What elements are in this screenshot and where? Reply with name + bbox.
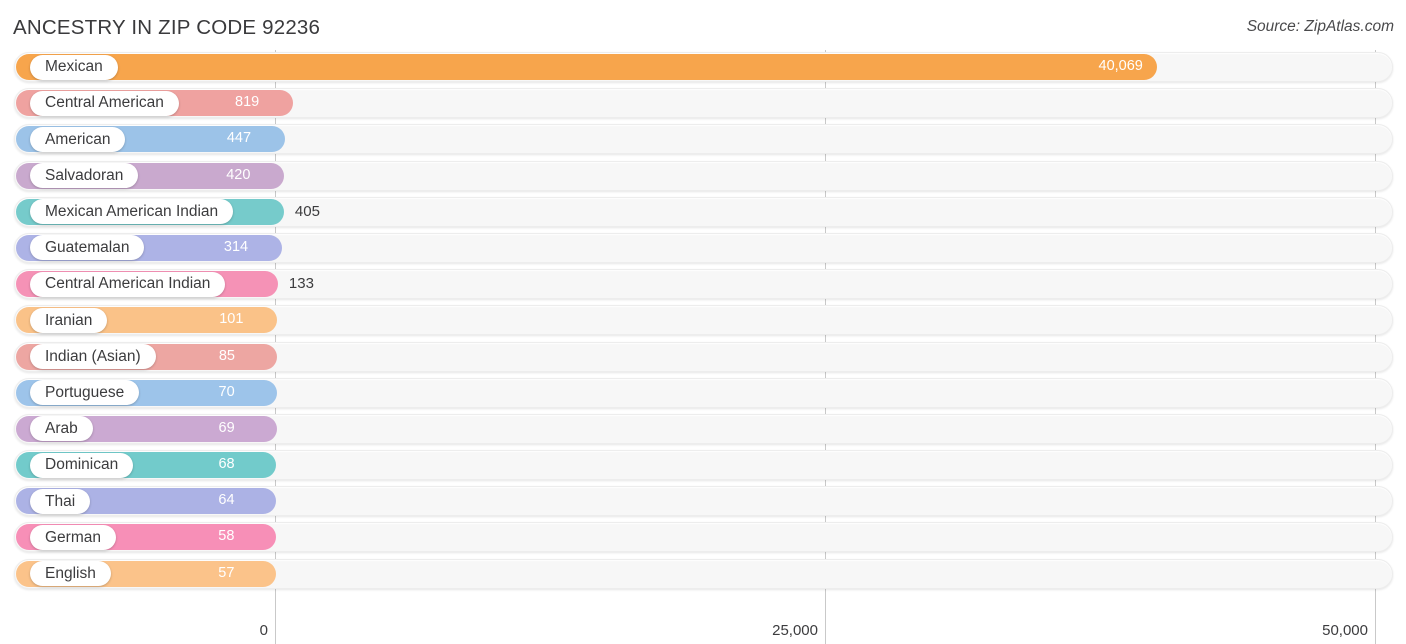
bar-category-pill: Mexican American Indian [30,199,234,225]
bar-value-label: 69 [218,419,235,436]
bar-category-label: Portuguese [45,383,125,401]
bar-value-label: 405 [294,202,320,220]
bar-category-label: Mexican American Indian [45,203,219,220]
bar-category-label: Central American [45,94,164,112]
bar-category-label: Dominican [45,456,119,474]
bar-category-pill: Guatemalan [30,235,145,261]
bar-value-label: 57 [218,564,235,581]
bar-value-label: 420 [226,166,251,183]
bar-row[interactable]: Mexican American Indian 405 [0,195,1406,231]
bar-row[interactable]: Arab 69 [0,412,1406,448]
axis-tick-mark [1375,620,1376,644]
bar-category-pill: Salvadoran [30,163,139,189]
bar-category-label: Indian (Asian) [45,347,141,365]
bar-row[interactable]: Thai 64 [0,484,1406,520]
bar-value-label: 447 [226,130,252,147]
bar-value-label: 133 [288,275,314,293]
chart-plot-area: Mexican 40,069 Central American 819 American… [0,50,1406,644]
bar-value-label: 85 [218,347,235,364]
bar-rows: Mexican 40,069 Central American 819 American… [0,50,1406,593]
bar-value-label: 58 [218,528,235,545]
axis-tick-mark [275,620,276,644]
bar-value-label: 68 [218,456,235,473]
bar-value-label: 314 [223,238,249,255]
bar-row[interactable]: Iranian 101 [0,303,1406,339]
chart-header: ANCESTRY IN ZIP CODE 92236 Source: ZipAt… [0,0,1406,56]
bar-value-label: 64 [218,492,235,509]
bar-row[interactable]: English 57 [0,557,1406,593]
bar-category-pill: Mexican [30,54,118,80]
bar-category-label: Thai [45,492,76,510]
bar-category-pill: Central American Indian [30,271,226,297]
bar-value-label: 40,069 [1098,58,1143,74]
bar-category-label: Iranian [45,311,93,329]
bar-row[interactable]: Portuguese 70 [0,376,1406,412]
source-label: Source: ZipAtlas.com [1246,18,1394,35]
bar-category-pill: Dominican [30,452,134,478]
bar-category-pill: Central American [30,90,179,116]
axis-tick-label: 50,000 [1322,622,1368,639]
bar-category-pill: English [30,561,111,587]
bar-row[interactable]: Central American 819 [0,86,1406,122]
bar-row[interactable]: Indian (Asian) 85 [0,340,1406,376]
bar-category-label: Arab [45,420,78,438]
axis-tick-label: 25,000 [772,622,818,639]
bar-row[interactable]: Mexican 40,069 [0,50,1406,86]
page-title: ANCESTRY IN ZIP CODE 92236 [13,16,321,39]
bar-fill [16,54,1157,80]
bar-row[interactable]: American 447 [0,122,1406,158]
x-axis: 0 25,000 50,000 [0,620,1406,644]
bar-value-label: 101 [219,311,244,328]
bar-row[interactable]: German 58 [0,520,1406,556]
axis-tick-mark [825,620,826,644]
bar-category-pill: American [30,126,126,152]
bar-category-label: Guatemalan [45,239,130,257]
bar-category-pill: Thai [30,488,91,514]
bar-row[interactable]: Salvadoran 420 [0,159,1406,195]
axis-tick-label: 0 [259,622,268,639]
bar-value-label: 819 [235,94,260,111]
bar-category-pill: Arab [30,416,93,442]
bar-category-label: Central American Indian [45,275,211,293]
bar-category-label: American [45,130,111,148]
bar-category-label: German [45,528,101,546]
bar-category-pill: Iranian [30,307,108,333]
bar-category-pill: Portuguese [30,380,140,406]
bar-row[interactable]: Central American Indian 133 [0,267,1406,303]
bar-row[interactable]: Dominican 68 [0,448,1406,484]
bar-category-pill: German [30,524,116,550]
bar-category-label: Mexican [45,58,103,76]
bar-value-label: 70 [218,383,235,400]
bar-category-label: Salvadoran [45,166,124,184]
bar-category-label: English [45,564,96,582]
bar-category-pill: Indian (Asian) [30,344,156,369]
bar-row[interactable]: Guatemalan 314 [0,231,1406,267]
